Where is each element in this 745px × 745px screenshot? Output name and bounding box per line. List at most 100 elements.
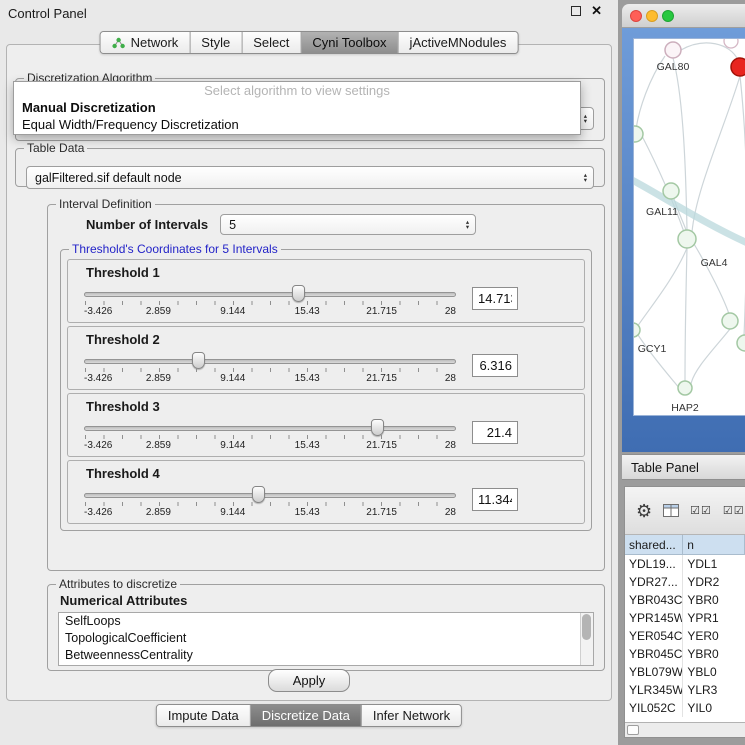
network-node[interactable] xyxy=(722,313,738,329)
threshold-4-value-field[interactable] xyxy=(472,488,518,511)
select-columns-icon[interactable]: ☑☑ xyxy=(690,504,712,517)
table-cell[interactable]: YBR0 xyxy=(683,645,745,663)
tick-label: 15.43 xyxy=(295,440,320,451)
threshold-2-value-field[interactable] xyxy=(472,354,518,377)
table-cell[interactable]: YPR145W xyxy=(625,609,683,627)
network-node-hap2[interactable] xyxy=(678,381,692,395)
tick-label: 2.859 xyxy=(146,440,171,451)
gear-icon[interactable]: ⚙ xyxy=(636,502,652,520)
threshold-3-slider[interactable]: -3.4262.8599.14415.4321.71528 xyxy=(84,417,456,454)
table-cell[interactable]: YBL0 xyxy=(683,663,745,681)
close-icon[interactable]: ✕ xyxy=(591,6,602,16)
list-item[interactable]: BetweennessCentrality xyxy=(59,647,593,664)
tab-network[interactable]: Network xyxy=(101,32,190,53)
table-cell[interactable]: YIL0 xyxy=(683,699,745,717)
network-node[interactable] xyxy=(737,335,745,351)
slider-track[interactable] xyxy=(84,426,456,431)
mac-close-button[interactable] xyxy=(630,10,642,22)
slider-tickmarks xyxy=(85,435,455,439)
slider-track[interactable] xyxy=(84,359,456,364)
network-canvas[interactable]: GAL80 GAL11 GAL4 GCY1 HAP2 xyxy=(633,38,745,416)
mac-zoom-button[interactable] xyxy=(662,10,674,22)
numerical-attributes-list[interactable]: SelfLoopsTopologicalCoefficientBetweenne… xyxy=(58,612,594,666)
network-node-gal4[interactable] xyxy=(678,230,696,248)
table-cell[interactable]: YBR045C xyxy=(625,645,683,663)
tab-label: Infer Network xyxy=(373,708,450,723)
table-row[interactable]: YER054CYER0 xyxy=(625,627,745,645)
network-node-selected-red[interactable] xyxy=(731,58,745,76)
table-row[interactable]: YDR27...YDR2 xyxy=(625,573,745,591)
table-cell[interactable]: YER0 xyxy=(683,627,745,645)
table-cell[interactable]: YPR1 xyxy=(683,609,745,627)
table-cell[interactable]: YBR043C xyxy=(625,591,683,609)
tab-cyni-toolbox[interactable]: Cyni Toolbox xyxy=(300,32,397,53)
threshold-1-slider[interactable]: -3.4262.8599.14415.4321.71528 xyxy=(84,283,456,320)
table-data-combobox[interactable]: galFiltered.sif default node ▴▾ xyxy=(26,166,594,189)
table-row[interactable]: YBR043CYBR0 xyxy=(625,591,745,609)
number-of-intervals-combobox[interactable]: 5 ▴▾ xyxy=(220,214,476,235)
combobox-value: galFiltered.sif default node xyxy=(35,171,582,185)
popup-option-equal-width-frequency[interactable]: Equal Width/Frequency Discretization xyxy=(14,116,580,133)
attributes-to-discretize-group: Attributes to discretize Numerical Attri… xyxy=(47,577,605,671)
tab-select[interactable]: Select xyxy=(241,32,300,53)
table-row[interactable]: YDL19...YDL1 xyxy=(625,555,745,573)
table-cell[interactable]: YBR0 xyxy=(683,591,745,609)
table-row[interactable]: YBR045CYBR0 xyxy=(625,645,745,663)
table-row[interactable]: YPR145WYPR1 xyxy=(625,609,745,627)
threshold-3-value-field[interactable] xyxy=(472,421,518,444)
slider-thumb[interactable] xyxy=(292,285,305,302)
table-cell[interactable]: YDL1 xyxy=(683,555,745,573)
table-row[interactable]: YIL052CYIL0 xyxy=(625,699,745,717)
tab-label: Cyni Toolbox xyxy=(312,35,386,50)
slider-thumb[interactable] xyxy=(371,419,384,436)
mac-minimize-button[interactable] xyxy=(646,10,658,22)
list-item[interactable]: SelfLoops xyxy=(59,613,593,630)
table-cell[interactable]: YDR2 xyxy=(683,573,745,591)
float-window-icon[interactable] xyxy=(571,6,581,16)
network-node[interactable] xyxy=(724,39,738,48)
threshold-2-slider[interactable]: -3.4262.8599.14415.4321.71528 xyxy=(84,350,456,387)
scrollbar-thumb[interactable] xyxy=(627,725,639,735)
table-cell[interactable]: YDL19... xyxy=(625,555,683,573)
table-cell[interactable]: YDR27... xyxy=(625,573,683,591)
group-title: Threshold's Coordinates for 5 Intervals xyxy=(69,242,281,256)
table-cell[interactable]: YER054C xyxy=(625,627,683,645)
network-node-gal11[interactable] xyxy=(663,183,679,199)
vertical-scrollbar[interactable] xyxy=(580,613,593,665)
table-cell[interactable]: YBL079W xyxy=(625,663,683,681)
threshold-1-value-field[interactable] xyxy=(472,287,518,310)
select-rows-icon[interactable]: ☑☑ xyxy=(723,504,745,517)
tab-jactivemnodules[interactable]: jActiveMNodules xyxy=(398,32,518,53)
slider-track[interactable] xyxy=(84,292,456,297)
tick-label: 21.715 xyxy=(366,507,397,518)
tab-discretize-data[interactable]: Discretize Data xyxy=(250,705,361,726)
tick-label: 28 xyxy=(445,373,456,384)
table-cell[interactable]: YLR3 xyxy=(683,681,745,699)
network-node-gcy1[interactable] xyxy=(634,323,640,337)
tab-style[interactable]: Style xyxy=(189,32,241,53)
network-node-gal80[interactable] xyxy=(665,42,681,58)
table-cell[interactable]: YLR345W xyxy=(625,681,683,699)
table-cell[interactable]: YIL052C xyxy=(625,699,683,717)
slider-track[interactable] xyxy=(84,493,456,498)
scrollbar-thumb[interactable] xyxy=(582,614,591,640)
popup-option-manual-discretization[interactable]: Manual Discretization xyxy=(14,99,580,116)
tab-impute-data[interactable]: Impute Data xyxy=(157,705,250,726)
tab-infer-network[interactable]: Infer Network xyxy=(361,705,461,726)
column-header-shared-name[interactable]: shared... xyxy=(625,535,683,555)
network-node[interactable] xyxy=(634,126,643,142)
slider-thumb[interactable] xyxy=(252,486,265,503)
apply-button[interactable]: Apply xyxy=(268,669,351,692)
columns-icon[interactable] xyxy=(663,504,679,517)
table-row[interactable]: YBL079WYBL0 xyxy=(625,663,745,681)
network-window-titlebar xyxy=(622,4,745,28)
tick-label: -3.426 xyxy=(84,507,112,518)
table-row[interactable]: YLR345WYLR3 xyxy=(625,681,745,699)
column-header-name[interactable]: n xyxy=(683,535,745,555)
table-toolbar: ⚙ ☑☑ ☑☑ xyxy=(625,487,745,535)
horizontal-scrollbar[interactable] xyxy=(625,722,745,737)
slider-thumb[interactable] xyxy=(192,352,205,369)
threshold-2-label: Threshold 2 xyxy=(86,332,576,347)
list-item[interactable]: TopologicalCoefficient xyxy=(59,630,593,647)
threshold-4-slider[interactable]: -3.4262.8599.14415.4321.71528 xyxy=(84,484,456,521)
